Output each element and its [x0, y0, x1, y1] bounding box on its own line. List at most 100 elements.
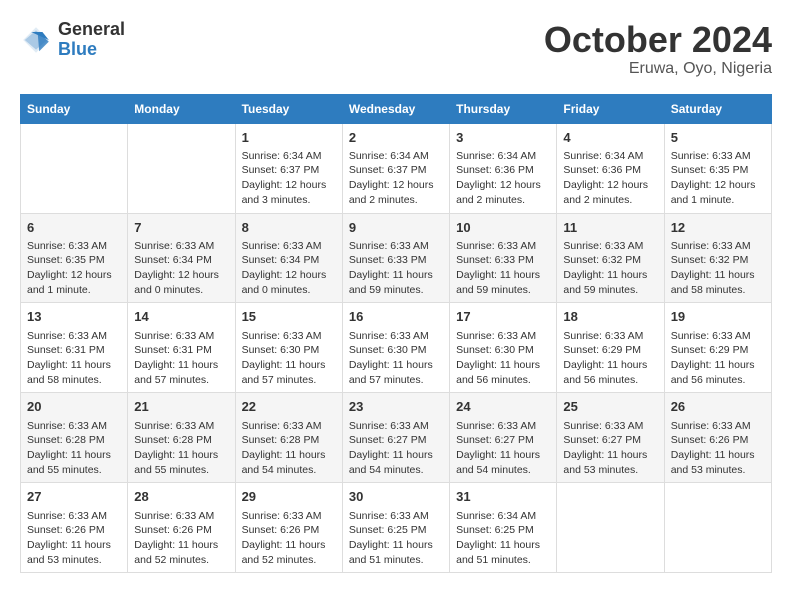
- day-number: 23: [349, 398, 443, 416]
- day-info: Sunrise: 6:33 AM Sunset: 6:28 PM Dayligh…: [134, 419, 228, 478]
- day-info: Sunrise: 6:33 AM Sunset: 6:27 PM Dayligh…: [563, 419, 657, 478]
- day-info: Sunrise: 6:33 AM Sunset: 6:29 PM Dayligh…: [563, 329, 657, 388]
- calendar-cell: 2 Sunrise: 6:34 AM Sunset: 6:37 PM Daylig…: [342, 123, 449, 213]
- logo: General Blue: [20, 20, 125, 60]
- day-number: 3: [456, 129, 550, 147]
- day-number: 6: [27, 219, 121, 237]
- calendar-cell: 6 Sunrise: 6:33 AM Sunset: 6:35 PM Daylig…: [21, 213, 128, 303]
- day-info: Sunrise: 6:33 AM Sunset: 6:32 PM Dayligh…: [563, 239, 657, 298]
- day-info: Sunrise: 6:33 AM Sunset: 6:26 PM Dayligh…: [27, 509, 121, 568]
- day-number: 14: [134, 308, 228, 326]
- day-info: Sunrise: 6:33 AM Sunset: 6:34 PM Dayligh…: [242, 239, 336, 298]
- week-row-5: 27 Sunrise: 6:33 AM Sunset: 6:26 PM Dayli…: [21, 483, 772, 573]
- calendar-cell: 7Sunrise: 6:33 AM Sunset: 6:34 PM Daylig…: [128, 213, 235, 303]
- day-number: 31: [456, 488, 550, 506]
- day-info: Sunrise: 6:33 AM Sunset: 6:26 PM Dayligh…: [134, 509, 228, 568]
- calendar-cell: [557, 483, 664, 573]
- month-title: October 2024: [544, 20, 772, 60]
- calendar-cell: 15 Sunrise: 6:33 AM Sunset: 6:30 PM Dayli…: [235, 303, 342, 393]
- day-info: Sunrise: 6:34 AM Sunset: 6:36 PM Dayligh…: [563, 149, 657, 208]
- calendar-cell: 19 Sunrise: 6:33 AM Sunset: 6:29 PM Dayli…: [664, 303, 771, 393]
- day-number: 13: [27, 308, 121, 326]
- day-info: Sunrise: 6:33 AM Sunset: 6:28 PM Dayligh…: [27, 419, 121, 478]
- logo-text: General Blue: [58, 20, 125, 60]
- calendar-cell: 21 Sunrise: 6:33 AM Sunset: 6:28 PM Dayli…: [128, 393, 235, 483]
- weekday-header-friday: Friday: [557, 94, 664, 123]
- week-row-3: 13 Sunrise: 6:33 AM Sunset: 6:31 PM Dayli…: [21, 303, 772, 393]
- day-number: 26: [671, 398, 765, 416]
- day-info: Sunrise: 6:33 AM Sunset: 6:33 PM Dayligh…: [456, 239, 550, 298]
- week-row-1: 1 Sunrise: 6:34 AM Sunset: 6:37 PM Daylig…: [21, 123, 772, 213]
- day-number: 5: [671, 129, 765, 147]
- calendar-cell: 27 Sunrise: 6:33 AM Sunset: 6:26 PM Dayli…: [21, 483, 128, 573]
- calendar-cell: 1 Sunrise: 6:34 AM Sunset: 6:37 PM Daylig…: [235, 123, 342, 213]
- week-row-2: 6 Sunrise: 6:33 AM Sunset: 6:35 PM Daylig…: [21, 213, 772, 303]
- calendar-cell: 25 Sunrise: 6:33 AM Sunset: 6:27 PM Dayli…: [557, 393, 664, 483]
- calendar-cell: [664, 483, 771, 573]
- day-number: 28: [134, 488, 228, 506]
- day-info: Sunrise: 6:33 AM Sunset: 6:26 PM Dayligh…: [671, 419, 765, 478]
- day-number: 10: [456, 219, 550, 237]
- calendar-cell: 26 Sunrise: 6:33 AM Sunset: 6:26 PM Dayli…: [664, 393, 771, 483]
- day-info: Sunrise: 6:34 AM Sunset: 6:37 PM Dayligh…: [349, 149, 443, 208]
- day-number: 8: [242, 219, 336, 237]
- logo-icon: [20, 24, 52, 56]
- day-info: Sunrise: 6:34 AM Sunset: 6:36 PM Dayligh…: [456, 149, 550, 208]
- logo-line1: General: [58, 20, 125, 40]
- calendar-cell: 23 Sunrise: 6:33 AM Sunset: 6:27 PM Dayli…: [342, 393, 449, 483]
- calendar-cell: 17Sunrise: 6:33 AM Sunset: 6:30 PM Dayli…: [450, 303, 557, 393]
- calendar-cell: 30Sunrise: 6:33 AM Sunset: 6:25 PM Dayli…: [342, 483, 449, 573]
- day-info: Sunrise: 6:33 AM Sunset: 6:26 PM Dayligh…: [242, 509, 336, 568]
- day-info: Sunrise: 6:33 AM Sunset: 6:28 PM Dayligh…: [242, 419, 336, 478]
- day-number: 17: [456, 308, 550, 326]
- day-info: Sunrise: 6:33 AM Sunset: 6:27 PM Dayligh…: [456, 419, 550, 478]
- day-number: 2: [349, 129, 443, 147]
- day-number: 25: [563, 398, 657, 416]
- day-number: 20: [27, 398, 121, 416]
- day-info: Sunrise: 6:33 AM Sunset: 6:31 PM Dayligh…: [27, 329, 121, 388]
- day-info: Sunrise: 6:33 AM Sunset: 6:27 PM Dayligh…: [349, 419, 443, 478]
- day-info: Sunrise: 6:34 AM Sunset: 6:37 PM Dayligh…: [242, 149, 336, 208]
- calendar-cell: 3 Sunrise: 6:34 AM Sunset: 6:36 PM Daylig…: [450, 123, 557, 213]
- day-number: 27: [27, 488, 121, 506]
- day-number: 24: [456, 398, 550, 416]
- calendar-cell: [128, 123, 235, 213]
- day-info: Sunrise: 6:33 AM Sunset: 6:32 PM Dayligh…: [671, 239, 765, 298]
- day-number: 21: [134, 398, 228, 416]
- calendar-cell: 13 Sunrise: 6:33 AM Sunset: 6:31 PM Dayli…: [21, 303, 128, 393]
- day-number: 19: [671, 308, 765, 326]
- weekday-header-tuesday: Tuesday: [235, 94, 342, 123]
- calendar-cell: 12 Sunrise: 6:33 AM Sunset: 6:32 PM Dayli…: [664, 213, 771, 303]
- day-number: 16: [349, 308, 443, 326]
- weekday-header-wednesday: Wednesday: [342, 94, 449, 123]
- day-info: Sunrise: 6:33 AM Sunset: 6:31 PM Dayligh…: [134, 329, 228, 388]
- day-info: Sunrise: 6:33 AM Sunset: 6:35 PM Dayligh…: [27, 239, 121, 298]
- day-number: 22: [242, 398, 336, 416]
- calendar-cell: [21, 123, 128, 213]
- page-header: General Blue October 2024 Eruwa, Oyo, Ni…: [20, 20, 772, 78]
- logo-line2: Blue: [58, 40, 125, 60]
- weekday-header-monday: Monday: [128, 94, 235, 123]
- day-number: 15: [242, 308, 336, 326]
- day-info: Sunrise: 6:33 AM Sunset: 6:30 PM Dayligh…: [242, 329, 336, 388]
- weekday-header-sunday: Sunday: [21, 94, 128, 123]
- day-info: Sunrise: 6:33 AM Sunset: 6:33 PM Dayligh…: [349, 239, 443, 298]
- day-info: Sunrise: 6:33 AM Sunset: 6:30 PM Dayligh…: [349, 329, 443, 388]
- calendar-cell: 11Sunrise: 6:33 AM Sunset: 6:32 PM Dayli…: [557, 213, 664, 303]
- location: Eruwa, Oyo, Nigeria: [544, 60, 772, 78]
- calendar-cell: 22 Sunrise: 6:33 AM Sunset: 6:28 PM Dayli…: [235, 393, 342, 483]
- day-number: 1: [242, 129, 336, 147]
- calendar-cell: 16 Sunrise: 6:33 AM Sunset: 6:30 PM Dayli…: [342, 303, 449, 393]
- day-info: Sunrise: 6:34 AM Sunset: 6:25 PM Dayligh…: [456, 509, 550, 568]
- calendar-cell: 4Sunrise: 6:34 AM Sunset: 6:36 PM Daylig…: [557, 123, 664, 213]
- calendar-cell: 29Sunrise: 6:33 AM Sunset: 6:26 PM Dayli…: [235, 483, 342, 573]
- day-info: Sunrise: 6:33 AM Sunset: 6:35 PM Dayligh…: [671, 149, 765, 208]
- calendar-cell: 9 Sunrise: 6:33 AM Sunset: 6:33 PM Daylig…: [342, 213, 449, 303]
- weekday-header-saturday: Saturday: [664, 94, 771, 123]
- title-block: October 2024 Eruwa, Oyo, Nigeria: [544, 20, 772, 78]
- day-number: 12: [671, 219, 765, 237]
- day-info: Sunrise: 6:33 AM Sunset: 6:29 PM Dayligh…: [671, 329, 765, 388]
- calendar-cell: 18Sunrise: 6:33 AM Sunset: 6:29 PM Dayli…: [557, 303, 664, 393]
- day-number: 30: [349, 488, 443, 506]
- day-number: 9: [349, 219, 443, 237]
